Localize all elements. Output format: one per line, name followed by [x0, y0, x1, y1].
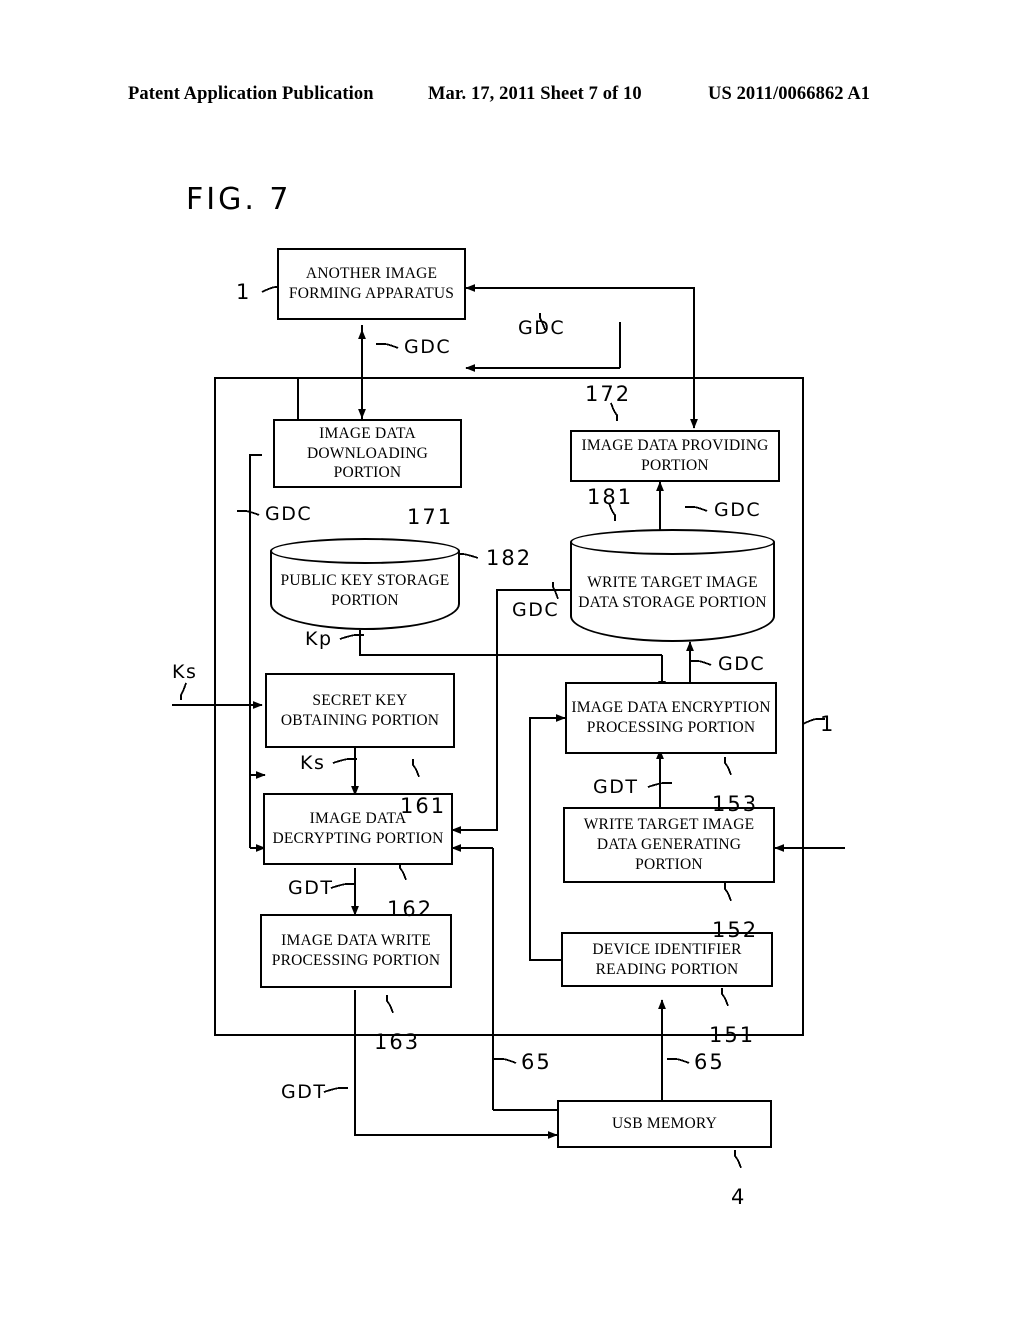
node-write-target-image-data-storage-portion-label-wrap: WRITE TARGET IMAGE DATA STORAGE PORTION: [570, 547, 775, 638]
ref-public-key-storage: 182: [486, 546, 533, 570]
signal-gdc-downloading: GDC: [265, 503, 313, 525]
node-image-data-write-processing-portion-label: IMAGE DATA WRITE PROCESSING PORTION: [271, 932, 441, 969]
node-image-data-encryption-processing-portion[interactable]: IMAGE DATA ENCRYPTION PROCESSING PORTION: [565, 682, 777, 754]
node-image-data-downloading-portion[interactable]: IMAGE DATA DOWNLOADING PORTION: [273, 419, 462, 488]
ref-interface-left: 65: [521, 1050, 552, 1074]
node-write-target-image-data-storage-portion[interactable]: WRITE TARGET IMAGE DATA STORAGE PORTION: [570, 529, 775, 642]
node-usb-memory-label: USB MEMORY: [612, 1115, 717, 1133]
signal-gdc-top-right: GDC: [518, 317, 566, 339]
ref-device-identifier: 151: [709, 1023, 756, 1047]
node-secret-key-obtaining-portion-label: SECRET KEY OBTAINING PORTION: [280, 691, 440, 729]
signal-gdc-middle: GDC: [512, 599, 560, 621]
ref-encryption-portion: 153: [712, 792, 759, 816]
ref-providing-portion: 172: [585, 382, 632, 406]
node-image-data-downloading-portion-label: IMAGE DATA DOWNLOADING PORTION: [306, 424, 428, 482]
signal-gdc-providing: GDC: [714, 499, 762, 521]
node-image-data-encryption-processing-portion-label: IMAGE DATA ENCRYPTION PROCESSING PORTION: [571, 699, 771, 736]
signal-ks-external: Ks: [172, 661, 198, 683]
signal-kp: Kp: [305, 628, 333, 650]
ref-apparatus-right: 1: [820, 712, 836, 736]
signal-gdt-bottom: GDT: [281, 1081, 327, 1103]
node-usb-memory[interactable]: USB MEMORY: [557, 1100, 772, 1148]
ref-decrypting-portion: 162: [387, 897, 434, 921]
node-public-key-storage-portion-label: PUBLIC KEY STORAGE PORTION: [280, 572, 450, 609]
signal-gdc-top-left: GDC: [404, 336, 452, 358]
signal-gdt-encryption: GDT: [593, 776, 639, 798]
ref-write-target-storage: 181: [587, 485, 634, 509]
ref-secret-key-portion: 161: [400, 794, 447, 818]
node-write-target-image-data-generating-portion-label: WRITE TARGET IMAGE DATA GENERATING PORTI…: [583, 816, 755, 873]
node-write-target-image-data-generating-portion[interactable]: WRITE TARGET IMAGE DATA GENERATING PORTI…: [563, 807, 775, 883]
ref-write-processing: 163: [374, 1030, 421, 1054]
signal-gdt-decrypting: GDT: [288, 877, 334, 899]
ref-downloading-portion: 171: [407, 505, 454, 529]
node-secret-key-obtaining-portion[interactable]: SECRET KEY OBTAINING PORTION: [265, 673, 455, 748]
node-another-image-forming-apparatus-label: ANOTHER IMAGE FORMING APPARATUS: [288, 265, 455, 302]
node-another-image-forming-apparatus[interactable]: ANOTHER IMAGE FORMING APPARATUS: [277, 248, 466, 320]
node-image-data-write-processing-portion[interactable]: IMAGE DATA WRITE PROCESSING PORTION: [260, 914, 452, 988]
patent-figure-page: Patent Application Publication Mar. 17, …: [0, 0, 1024, 1320]
signal-gdc-encryption: GDC: [718, 653, 766, 675]
ref-apparatus-top: 1: [236, 280, 252, 304]
diagram-connectors: [172, 284, 845, 1169]
node-image-data-providing-portion[interactable]: IMAGE DATA PROVIDING PORTION: [570, 430, 780, 482]
ref-write-target-generating: 152: [712, 918, 759, 942]
node-write-target-image-data-storage-portion-label: WRITE TARGET IMAGE DATA STORAGE PORTION: [578, 573, 767, 611]
node-image-data-providing-portion-label: IMAGE DATA PROVIDING PORTION: [581, 437, 769, 474]
node-public-key-storage-portion-label-wrap: PUBLIC KEY STORAGE PORTION: [270, 556, 460, 626]
node-public-key-storage-portion[interactable]: PUBLIC KEY STORAGE PORTION: [270, 538, 460, 630]
ref-usb-memory: 4: [731, 1185, 747, 1209]
node-device-identifier-reading-portion-label: DEVICE IDENTIFIER READING PORTION: [592, 940, 742, 978]
ref-interface-right: 65: [694, 1050, 725, 1074]
signal-ks-internal: Ks: [300, 752, 326, 774]
